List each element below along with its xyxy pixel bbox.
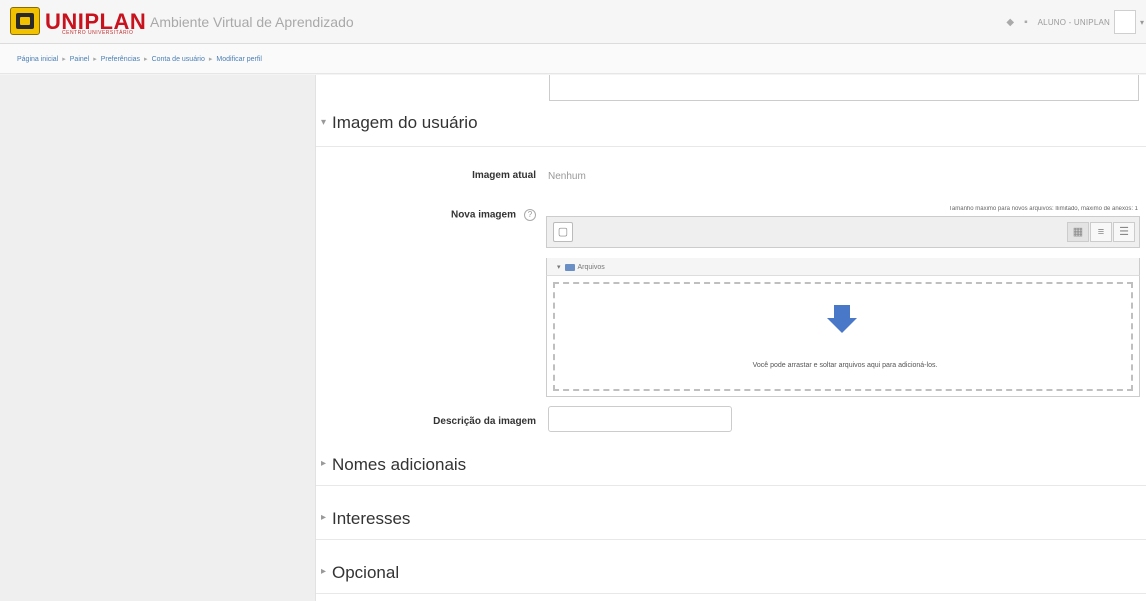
breadcrumb-bar: Página inicial ▸ Painel ▸ Preferências ▸ Conta… <box>0 44 1146 74</box>
user-name[interactable]: ALUNO - UNIPLAN <box>1038 18 1110 27</box>
help-icon[interactable]: ? <box>524 209 536 221</box>
view-tree-button[interactable]: ☰ <box>1113 222 1135 242</box>
section-title[interactable]: Interesses <box>332 509 410 529</box>
filepicker-drop-area[interactable]: Você pode arrastar e soltar arquivos aqu… <box>546 276 1140 397</box>
breadcrumb-separator: ▸ <box>208 56 213 63</box>
section-title[interactable]: Opcional <box>332 563 399 583</box>
image-description-input[interactable] <box>548 406 732 432</box>
view-switcher: ▦ ≡ ☰ <box>1066 222 1135 242</box>
filepicker-path: ▾ Arquivos <box>546 258 1140 276</box>
section-additional-names[interactable]: ▸ Nomes adicionais <box>316 444 1146 486</box>
current-image-label: Imagem atual <box>472 170 536 181</box>
breadcrumb: Página inicial ▸ Painel ▸ Preferências ▸ Conta… <box>17 55 262 63</box>
breadcrumb-separator: ▸ <box>62 56 66 63</box>
breadcrumb-home[interactable]: Página inicial <box>17 56 58 63</box>
add-file-button[interactable]: ▢ <box>553 222 573 242</box>
filepicker-toolbar: ▢ ▦ ≡ ☰ <box>546 216 1140 248</box>
breadcrumb-dashboard[interactable]: Painel <box>70 56 89 63</box>
list-icon: ≡ <box>1097 226 1105 238</box>
drop-zone[interactable]: Você pode arrastar e soltar arquivos aqu… <box>553 282 1133 391</box>
expanded-toggle-icon[interactable]: ▾ <box>321 117 326 128</box>
image-description-label: Descrição da imagem <box>433 416 536 427</box>
section-title[interactable]: Imagem do usuário <box>332 113 478 133</box>
view-list-button[interactable]: ≡ <box>1090 222 1112 242</box>
section-user-image[interactable]: ▾ Imagem do usuário <box>316 101 1146 147</box>
drop-message: Você pode arrastar e soltar arquivos aqu… <box>752 362 938 369</box>
section-title[interactable]: Nomes adicionais <box>332 455 466 475</box>
avatar[interactable] <box>1114 10 1136 34</box>
view-icons-button[interactable]: ▦ <box>1067 222 1089 242</box>
previous-field-box[interactable] <box>549 75 1139 101</box>
collapsed-toggle-icon[interactable]: ▸ <box>321 458 326 469</box>
main-content: ▾ Imagem do usuário Imagem atual Nenhum … <box>316 75 1146 601</box>
header-bar: UNIPLAN CENTRO UNIVERSITÁRIO Ambiente Vi… <box>0 0 1146 44</box>
messages-icon[interactable]: ▪ <box>1024 17 1028 28</box>
app-name: Ambiente Virtual de Aprendizado <box>150 14 354 30</box>
new-image-label-row: Nova imagem? <box>326 209 536 221</box>
uniplan-logo-icon[interactable] <box>10 7 40 35</box>
file-icon: ▢ <box>557 226 569 238</box>
section-interests[interactable]: ▸ Interesses <box>316 498 1146 540</box>
files-folder-link[interactable]: Arquivos <box>578 264 605 271</box>
file-limits-text: Tamanho máximo para novos arquivos: Ilim… <box>948 206 1138 212</box>
breadcrumb-preferences[interactable]: Preferências <box>101 56 140 63</box>
chevron-down-icon[interactable]: ▾ <box>1140 18 1146 27</box>
breadcrumb-separator: ▸ <box>144 56 148 63</box>
brand-subtitle: CENTRO UNIVERSITÁRIO <box>62 30 134 36</box>
user-menu-area: ◆ ▪ ALUNO - UNIPLAN ▾ <box>1006 8 1146 36</box>
breadcrumb-edit-profile[interactable]: Modificar perfil <box>216 56 262 63</box>
current-image-value: Nenhum <box>548 171 586 182</box>
folder-icon <box>564 263 575 271</box>
section-optional[interactable]: ▸ Opcional <box>316 552 1146 594</box>
breadcrumb-user-account[interactable]: Conta de usuário <box>152 56 205 63</box>
collapsed-toggle-icon[interactable]: ▸ <box>321 512 326 523</box>
sidebar <box>0 75 316 601</box>
grid-icon: ▦ <box>1072 226 1084 238</box>
notifications-icon[interactable]: ◆ <box>1006 17 1014 28</box>
download-arrow-icon <box>827 305 857 333</box>
new-image-label: Nova imagem <box>450 209 516 221</box>
tree-icon: ☰ <box>1119 226 1129 238</box>
collapsed-toggle-icon[interactable]: ▸ <box>321 566 326 577</box>
expanded-toggle-icon: ▾ <box>557 264 561 271</box>
breadcrumb-separator: ▸ <box>93 56 97 63</box>
